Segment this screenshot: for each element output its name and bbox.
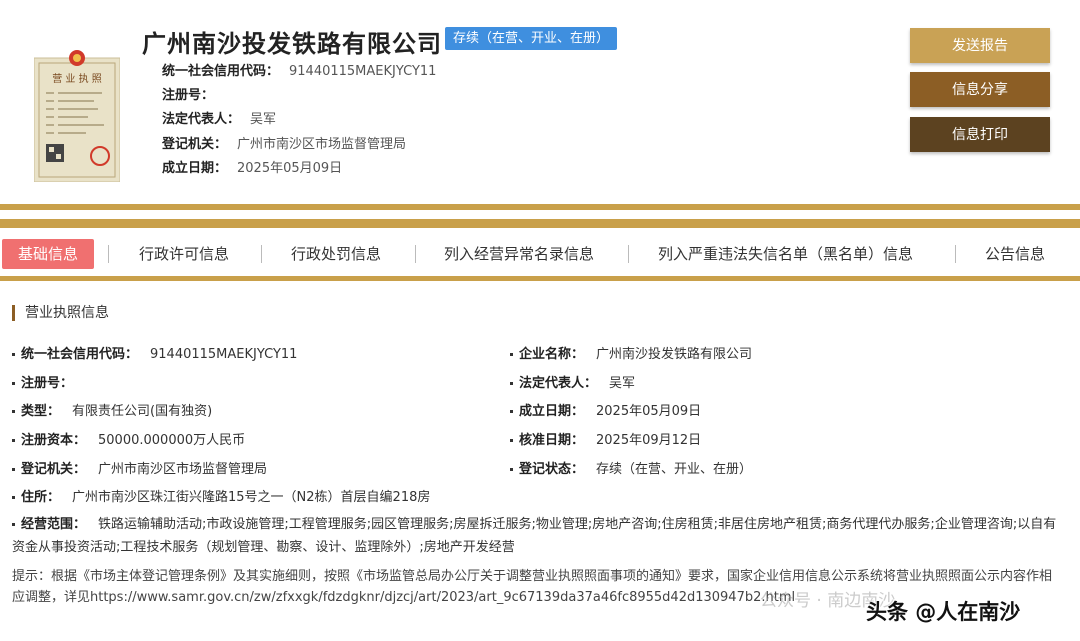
gold-divider-bottom [0,219,1080,228]
detail-key: 类型： [21,404,61,419]
meta-key: 成立日期： [162,161,228,176]
meta-key: 统一社会信用代码： [162,64,280,79]
watermark-logo: 头条 @人在南沙 [866,600,1021,624]
detail-row: 法定代表人： 吴军 [510,372,635,391]
bullet-icon [12,353,15,356]
meta-key: 法定代表人： [162,112,241,127]
detail-key: 法定代表人： [519,376,598,391]
license-caption: 营 业 执 照 [52,72,102,85]
bullet-icon [510,439,513,442]
bullet-icon [12,468,15,471]
bullet-icon [12,439,15,442]
bullet-icon [12,523,15,526]
scope-key: 经营范围： [21,517,87,532]
detail-row: 核准日期： 2025年09月12日 [510,429,701,448]
bullet-icon [12,496,15,499]
tab-separator [108,245,109,263]
detail-value: 2025年05月09日 [596,404,702,419]
detail-row: 统一社会信用代码： 91440115MAEKJYCY11 [12,343,297,362]
meta-key: 登记机关： [162,137,228,152]
meta-authority: 登记机关： 广州市南沙区市场监督管理局 [162,133,406,152]
tab-admin-license[interactable]: 行政许可信息 [139,239,229,269]
detail-value: 50000.000000万人民币 [98,433,246,448]
bullet-icon [510,468,513,471]
detail-value: 广州市南沙区市场监督管理局 [98,462,268,477]
detail-key: 登记状态： [519,462,585,477]
detail-key: 统一社会信用代码： [21,347,139,362]
detail-key: 成立日期： [519,404,585,419]
detail-value: 广州市南沙区珠江街兴隆路15号之一（N2栋）首层自编218房 [72,490,431,505]
tab-basic-info[interactable]: 基础信息 [2,239,95,269]
detail-key: 注册号： [21,376,74,391]
business-scope: 经营范围： 铁路运输辅助活动;市政设施管理;工程管理服务;园区管理服务;房屋拆迁服… [12,513,1057,559]
detail-value: 吴军 [609,376,636,391]
bullet-icon [12,382,15,385]
detail-row: 注册号： [12,372,85,391]
detail-value: 91440115MAEKJYCY11 [150,347,298,362]
detail-row: 企业名称： 广州南沙投发铁路有限公司 [510,343,752,362]
detail-key: 注册资本： [21,433,87,448]
detail-row: 住所： 广州市南沙区珠江街兴隆路15号之一（N2栋）首层自编218房 [12,486,430,505]
detail-row: 成立日期： 2025年05月09日 [510,400,701,419]
gold-divider-top [0,204,1080,210]
detail-key: 登记机关： [21,462,87,477]
meta-key: 注册号： [162,88,215,103]
detail-value: 存续（在营、开业、在册） [596,462,753,477]
bullet-icon [510,410,513,413]
meta-credit-code: 统一社会信用代码： 91440115MAEKJYCY11 [162,60,436,79]
gold-divider-tabs [0,276,1080,281]
company-name: 广州南沙投发铁路有限公司 [142,30,442,58]
meta-value: 广州市南沙区市场监督管理局 [237,137,407,152]
detail-value: 有限责任公司(国有独资) [72,404,213,419]
detail-value: 广州南沙投发铁路有限公司 [596,347,753,362]
detail-row: 类型： 有限责任公司(国有独资) [12,400,212,419]
tab-separator [261,245,262,263]
tab-separator [955,245,956,263]
detail-key: 住所： [21,490,61,505]
tab-separator [415,245,416,263]
tab-separator [628,245,629,263]
detail-key: 核准日期： [519,433,585,448]
meta-legal-rep: 法定代表人： 吴军 [162,108,276,127]
detail-row: 登记机关： 广州市南沙区市场监督管理局 [12,458,267,477]
detail-key: 企业名称： [519,347,585,362]
meta-value: 91440115MAEKJYCY11 [289,64,437,79]
bullet-icon [510,353,513,356]
bullet-icon [510,382,513,385]
tab-admin-penalty[interactable]: 行政处罚信息 [291,239,381,269]
print-info-button[interactable]: 信息打印 [910,117,1050,152]
bullet-icon [12,410,15,413]
status-badge: 存续（在营、开业、在册） [445,27,618,50]
detail-row: 注册资本： 50000.000000万人民币 [12,429,245,448]
info-tabs: 基础信息 行政许可信息 行政处罚信息 列入经营异常名录信息 列入严重违法失信名单… [0,234,1080,274]
detail-value: 2025年09月12日 [596,433,702,448]
meta-established: 成立日期： 2025年05月09日 [162,157,342,176]
meta-value: 吴军 [250,112,277,127]
meta-value: 2025年05月09日 [237,161,343,176]
tab-abnormal-list[interactable]: 列入经营异常名录信息 [444,239,594,269]
detail-row: 登记状态： 存续（在营、开业、在册） [510,458,752,477]
send-report-button[interactable]: 发送报告 [910,28,1050,63]
business-license-icon: 营 业 执 照 [34,50,120,182]
share-info-button[interactable]: 信息分享 [910,72,1050,107]
scope-value: 铁路运输辅助活动;市政设施管理;工程管理服务;园区管理服务;房屋拆迁服务;物业管… [12,517,1057,555]
company-header: 营 业 执 照 广州南沙投发铁路有限公司 存续（在营、开业、在册） 统一社会信用… [0,0,1080,200]
tab-announcements[interactable]: 公告信息 [985,239,1045,269]
meta-reg-no: 注册号： [162,84,224,103]
tab-blacklist[interactable]: 列入严重违法失信名单（黑名单）信息 [658,239,913,269]
section-title: 营业执照信息 [12,305,109,321]
